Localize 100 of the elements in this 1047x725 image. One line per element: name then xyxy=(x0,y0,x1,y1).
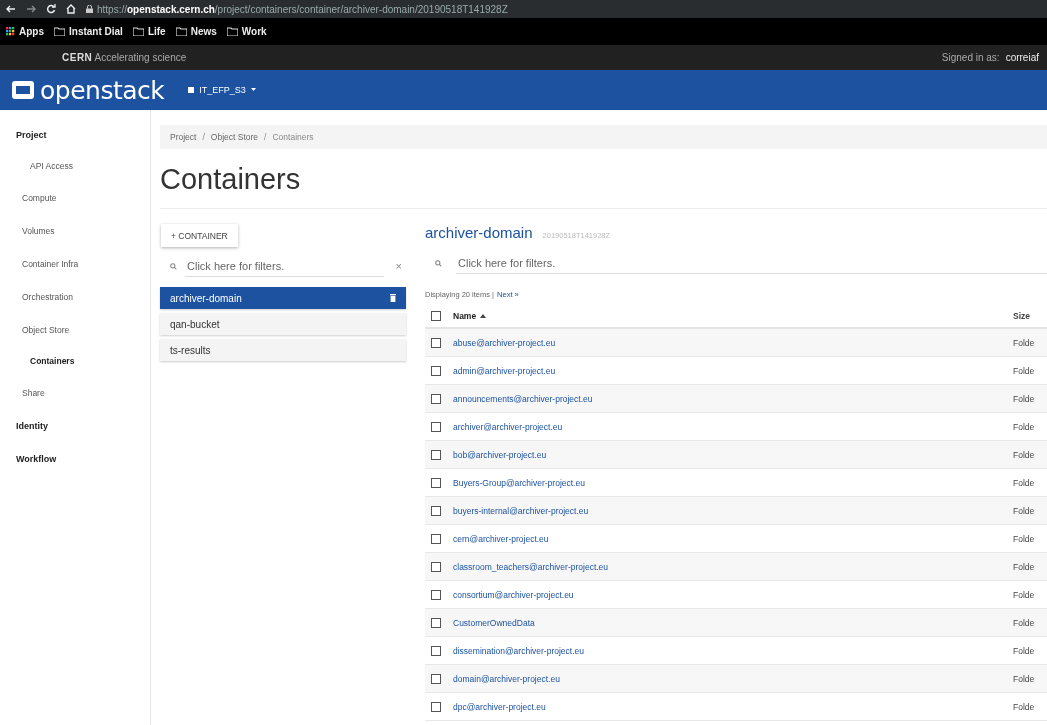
breadcrumb-separator: / xyxy=(202,132,205,142)
checkbox[interactable] xyxy=(431,421,441,432)
checkbox[interactable] xyxy=(431,533,441,544)
size-cell-text: Folde xyxy=(1013,477,1036,488)
container-title: archiver-domain xyxy=(425,224,533,241)
apps-grid-icon xyxy=(6,27,15,36)
sort-icon xyxy=(480,314,487,318)
folder-icon xyxy=(175,27,187,36)
search-icon xyxy=(435,259,442,267)
sidebar-item[interactable]: API Access xyxy=(0,151,150,181)
size-cell-text: Folde xyxy=(1013,701,1036,712)
container-name: ts-results xyxy=(170,344,211,356)
folder-icon xyxy=(132,27,144,36)
column-header[interactable]: Name xyxy=(453,311,477,321)
size-cell-text: Folde xyxy=(1013,645,1036,656)
object-name-link[interactable]: dpc@archiver-project.eu xyxy=(453,701,1013,712)
checkbox[interactable] xyxy=(431,311,441,321)
tagline: Accelerating science xyxy=(94,52,187,63)
checkbox[interactable] xyxy=(431,645,441,656)
checkbox[interactable] xyxy=(431,365,441,376)
filter-field[interactable]: Click here for filters. xyxy=(185,255,384,277)
checkbox[interactable] xyxy=(431,589,441,600)
signed-in-label: Signed in as: xyxy=(941,52,1000,63)
sidebar-item[interactable]: Volumes xyxy=(0,214,150,247)
object-name-link[interactable]: dissemination@archiver-project.eu xyxy=(453,645,1013,656)
object-name-link[interactable]: archiver@archiver-project.eu xyxy=(453,421,1013,432)
checkbox[interactable] xyxy=(431,673,441,684)
bookmark-link[interactable]: Apps xyxy=(19,26,44,37)
sidebar-item[interactable]: Container Infra xyxy=(0,247,150,280)
container-name: qan-bucket xyxy=(170,318,220,330)
size-cell-text: Folde xyxy=(1013,533,1036,544)
checkbox[interactable] xyxy=(431,337,441,348)
sidebar-item[interactable]: Object Store xyxy=(0,313,150,346)
size-cell-text: Folde xyxy=(1013,561,1036,572)
checkbox[interactable] xyxy=(431,701,441,712)
project-selector[interactable]: IT_EFP_S3 xyxy=(199,85,246,95)
object-name-link[interactable]: consortium@archiver-project.eu xyxy=(453,589,1013,600)
size-cell-text: Folde xyxy=(1013,673,1036,684)
breadcrumb-separator: / xyxy=(264,132,267,142)
sidebar-item[interactable]: Share xyxy=(0,376,150,409)
folder-icon xyxy=(54,27,65,36)
search-icon xyxy=(170,262,177,270)
filter-field[interactable]: Click here for filters. xyxy=(456,252,1047,274)
object-name-link[interactable]: announcements@archiver-project.eu xyxy=(453,393,1013,404)
bookmark-link[interactable]: News xyxy=(190,26,217,37)
caret-icon xyxy=(250,88,256,92)
logo-icon[interactable] xyxy=(12,81,34,99)
project-icon xyxy=(188,87,195,93)
home-icon[interactable] xyxy=(66,4,76,14)
sidebar-section[interactable]: Project xyxy=(0,118,150,151)
add-container-button[interactable]: + CONTAINER xyxy=(161,224,238,247)
checkbox[interactable] xyxy=(431,505,441,516)
size-cell-text: Folde xyxy=(1013,337,1036,348)
forward-icon[interactable] xyxy=(26,4,36,14)
sidebar-item[interactable]: Containers xyxy=(0,346,150,376)
object-name-link[interactable]: domain@archiver-project.eu xyxy=(453,673,1013,684)
sidebar-item[interactable]: Compute xyxy=(0,181,150,214)
sidebar-section[interactable]: Workflow xyxy=(0,442,150,475)
object-name-link[interactable]: cern@archiver-project.eu xyxy=(453,533,1013,544)
size-cell-text: Folde xyxy=(1013,589,1036,600)
container-item[interactable]: qan-bucket xyxy=(160,313,406,335)
size-cell-text: Folde xyxy=(1013,393,1036,404)
size-cell-text: Folde xyxy=(1013,617,1036,628)
container-item[interactable]: ts-results xyxy=(160,339,406,361)
checkbox[interactable] xyxy=(431,477,441,488)
clear-button[interactable]: × xyxy=(391,260,406,272)
object-name-link[interactable]: CustomerOwnedData xyxy=(453,617,1013,628)
object-name-link[interactable]: Buyers-Group@archiver-project.eu xyxy=(453,477,1013,488)
container-item[interactable]: archiver-domain xyxy=(160,287,406,309)
size-cell-text: Folde xyxy=(1013,449,1036,460)
object-name-link[interactable]: classroom_teachers@archiver-project.eu xyxy=(453,561,1013,572)
bookmark-link[interactable]: Work xyxy=(241,26,267,37)
object-name-link[interactable]: buyers-internal@archiver-project.eu xyxy=(453,505,1013,516)
sidebar-item[interactable]: Orchestration xyxy=(0,280,150,313)
checkbox[interactable] xyxy=(431,449,441,460)
size-cell-text: Folde xyxy=(1013,505,1036,516)
object-name-link[interactable]: admin@archiver-project.eu xyxy=(453,365,1013,376)
reload-icon[interactable] xyxy=(46,4,56,14)
checkbox[interactable] xyxy=(431,393,441,404)
checkbox[interactable] xyxy=(431,617,441,628)
trash-icon[interactable] xyxy=(390,294,396,302)
breadcrumb-link[interactable]: Project xyxy=(170,132,197,142)
breadcrumb-link[interactable]: Object Store xyxy=(210,132,259,142)
folder-icon xyxy=(226,27,238,36)
page-title: Containers xyxy=(160,163,1047,209)
breadcrumb-current: Containers xyxy=(272,132,314,142)
bookmark-link[interactable]: Instant Dial xyxy=(69,26,123,37)
user-name[interactable]: correiaf xyxy=(1005,52,1039,63)
checkbox[interactable] xyxy=(431,561,441,572)
object-name-link[interactable]: bob@archiver-project.eu xyxy=(453,449,1013,460)
logo-text[interactable]: openstack xyxy=(40,75,165,105)
column-header[interactable]: Size xyxy=(1013,311,1030,321)
cern-brand[interactable]: CERN xyxy=(62,52,93,63)
object-name-link[interactable]: abuse@archiver-project.eu xyxy=(453,337,1013,348)
size-cell-text: Folde xyxy=(1013,421,1036,432)
sidebar-section[interactable]: Identity xyxy=(0,409,150,442)
back-icon[interactable] xyxy=(6,4,16,14)
bookmark-link[interactable]: Life xyxy=(147,26,166,37)
lock-icon xyxy=(86,5,93,13)
size-cell-text: Folde xyxy=(1013,365,1036,376)
